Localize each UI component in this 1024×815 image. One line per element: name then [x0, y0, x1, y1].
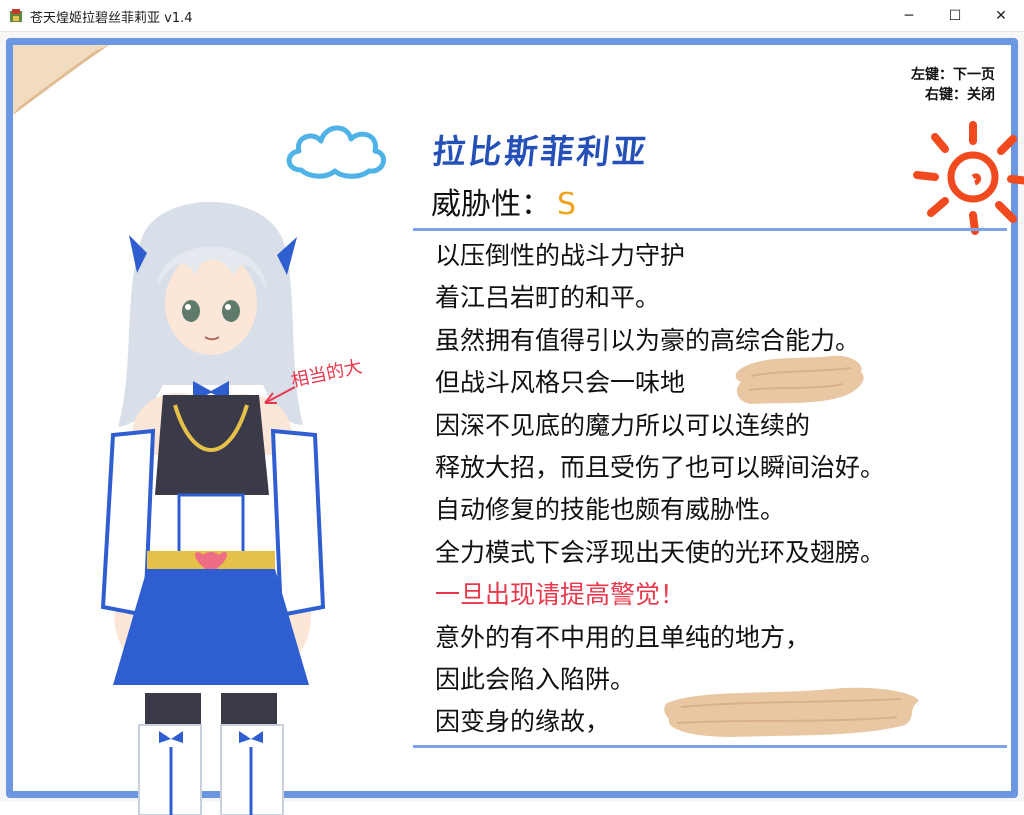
- description-line: 但战斗风格只会一味地: [435, 368, 686, 398]
- controls-hint: 左键：下一页 右键：关闭: [911, 65, 995, 105]
- profile-card[interactable]: 左键：下一页 右键：关闭 拉比斯菲利亚 威胁性： S 以压倒性的战斗力守护 着江…: [6, 38, 1024, 815]
- description-line: 全力模式下会浮现出天使的光环及翅膀。: [435, 537, 886, 567]
- description-line: 意外的有不中用的且单纯的地方，: [435, 622, 811, 652]
- description-line: 释放大招，而且受伤了也可以瞬间治好。: [435, 452, 886, 482]
- threat-level: 威胁性： S: [431, 179, 576, 223]
- description-line: 以压倒性的战斗力守护: [435, 241, 686, 270]
- window-title-bar: 苍天煌姬拉碧丝菲莉亚 v1.4 ─ ☐ ✕: [0, 0, 1024, 32]
- divider-bottom: [413, 745, 1007, 748]
- threat-value: S: [557, 187, 577, 222]
- cloud-doodle-icon: [286, 125, 386, 179]
- page-curl-icon: [13, 45, 117, 123]
- divider-top: [413, 228, 1007, 231]
- app-icon: [10, 9, 22, 22]
- description-line: 自动修复的技能也颇有威胁性。: [435, 495, 786, 525]
- maximize-button[interactable]: ☐: [932, 0, 978, 31]
- warning-line: 一旦出现请提高警觉！: [435, 580, 686, 610]
- description-line: 着江吕岩町的和平。: [435, 283, 661, 313]
- description-line: 因深不见底的魔力所以可以连续的: [435, 410, 811, 440]
- censor-patch-icon: [735, 355, 864, 404]
- maximize-icon: ☐: [948, 7, 962, 24]
- left-click-hint: 左键：下一页: [911, 67, 995, 83]
- close-button[interactable]: ✕: [978, 0, 1024, 31]
- window-title: 苍天煌姬拉碧丝菲莉亚 v1.4: [30, 11, 193, 26]
- threat-label: 威胁性：: [431, 187, 551, 222]
- right-click-hint: 右键：关闭: [925, 87, 995, 103]
- description-line: 虽然拥有值得引以为豪的高综合能力。: [435, 325, 861, 355]
- profile-description: 以压倒性的战斗力守护 着江吕岩町的和平。 虽然拥有值得引以为豪的高综合能力。 但…: [435, 235, 1005, 744]
- character-name: 拉比斯菲利亚: [430, 132, 651, 171]
- censor-patch-icon: [664, 687, 919, 737]
- minimize-icon: ─: [904, 7, 914, 24]
- close-icon: ✕: [995, 7, 1007, 24]
- game-viewport[interactable]: 左键：下一页 右键：关闭 拉比斯菲利亚 威胁性： S 以压倒性的战斗力守护 着江…: [0, 32, 1024, 815]
- sun-doodle-icon: [913, 121, 1024, 235]
- minimize-button[interactable]: ─: [886, 0, 932, 31]
- character-portrait: [100, 201, 326, 815]
